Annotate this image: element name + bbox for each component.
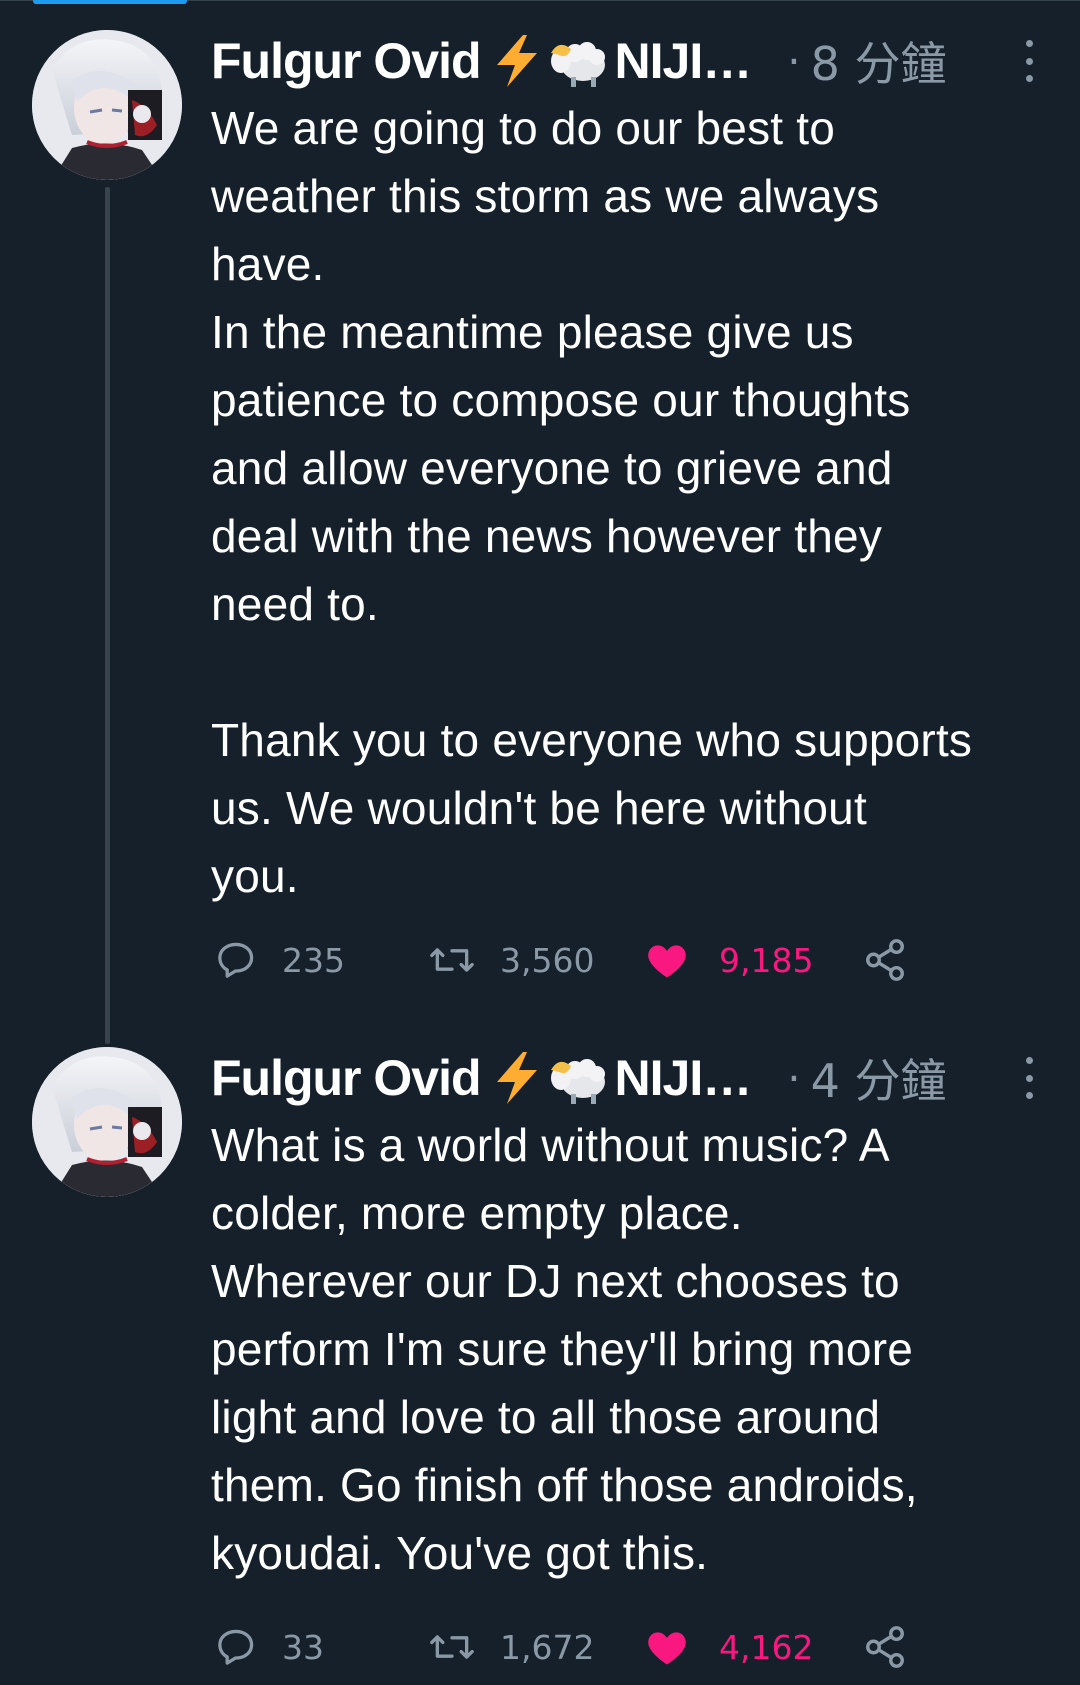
reply-icon <box>214 1625 258 1669</box>
display-name-suffix[interactable]: NIJI… <box>615 1049 753 1107</box>
display-name-suffix[interactable]: NIJI… <box>615 32 753 90</box>
lightning-emoji-icon <box>491 1050 543 1106</box>
tweet-content: Fulgur Ovid NIJI… · 4 分鐘 What is a world… <box>211 1047 1052 1587</box>
tweet[interactable]: Fulgur Ovid NIJI… · 8 分鐘 We are going to… <box>0 30 1080 1044</box>
like-count: 4,162 <box>719 1627 814 1667</box>
tweet-actions: 235 3,560 9,185 <box>0 930 904 990</box>
reply-icon <box>214 938 258 982</box>
retweet-count: 1,672 <box>500 1627 595 1667</box>
more-options-icon[interactable] <box>1022 40 1036 82</box>
avatar[interactable] <box>32 1047 182 1197</box>
separator-dot: · <box>787 1053 801 1103</box>
display-name[interactable]: Fulgur Ovid <box>211 32 482 90</box>
share-icon <box>862 1624 908 1670</box>
tweet-text: We are going to do our best to weather t… <box>211 102 973 902</box>
lightning-emoji-icon <box>491 33 543 89</box>
retweet-icon <box>428 938 476 982</box>
like-button[interactable]: 9,185 <box>645 930 813 990</box>
like-button[interactable]: 4,162 <box>645 1617 813 1677</box>
reply-button[interactable]: 235 <box>214 930 345 990</box>
timestamp[interactable]: 8 分鐘 <box>811 28 947 94</box>
heart-filled-icon <box>645 1625 689 1669</box>
display-name[interactable]: Fulgur Ovid <box>211 1049 482 1107</box>
reply-count: 235 <box>282 940 345 980</box>
retweet-button[interactable]: 1,672 <box>428 1617 594 1677</box>
heart-filled-icon <box>645 938 689 982</box>
retweet-button[interactable]: 3,560 <box>428 930 594 990</box>
separator-dot: · <box>787 36 801 86</box>
tweet[interactable]: Fulgur Ovid NIJI… · 4 分鐘 What is a world… <box>0 1047 1080 1668</box>
like-count: 9,185 <box>719 940 814 980</box>
tweet-header: Fulgur Ovid NIJI… · 4 分鐘 <box>211 1047 1052 1109</box>
tweet-header: Fulgur Ovid NIJI… · 8 分鐘 <box>211 30 1052 92</box>
more-options-icon[interactable] <box>1022 1057 1036 1099</box>
share-icon <box>862 937 908 983</box>
timestamp[interactable]: 4 分鐘 <box>811 1045 947 1111</box>
reply-count: 33 <box>282 1627 324 1667</box>
tweet-text: What is a world without music? A colder,… <box>211 1119 918 1579</box>
reply-button[interactable]: 33 <box>214 1617 324 1677</box>
retweet-count: 3,560 <box>500 940 595 980</box>
thread-connector-line <box>105 187 110 1044</box>
avatar[interactable] <box>32 30 182 180</box>
active-tab-indicator <box>33 0 187 4</box>
ram-emoji-icon <box>547 1050 607 1106</box>
share-button[interactable] <box>862 1617 908 1677</box>
retweet-icon <box>428 1625 476 1669</box>
ram-emoji-icon <box>547 33 607 89</box>
tweet-actions: 33 1,672 4,162 <box>0 1617 904 1677</box>
tweet-content: Fulgur Ovid NIJI… · 8 分鐘 We are going to… <box>211 30 1052 910</box>
share-button[interactable] <box>862 930 908 990</box>
